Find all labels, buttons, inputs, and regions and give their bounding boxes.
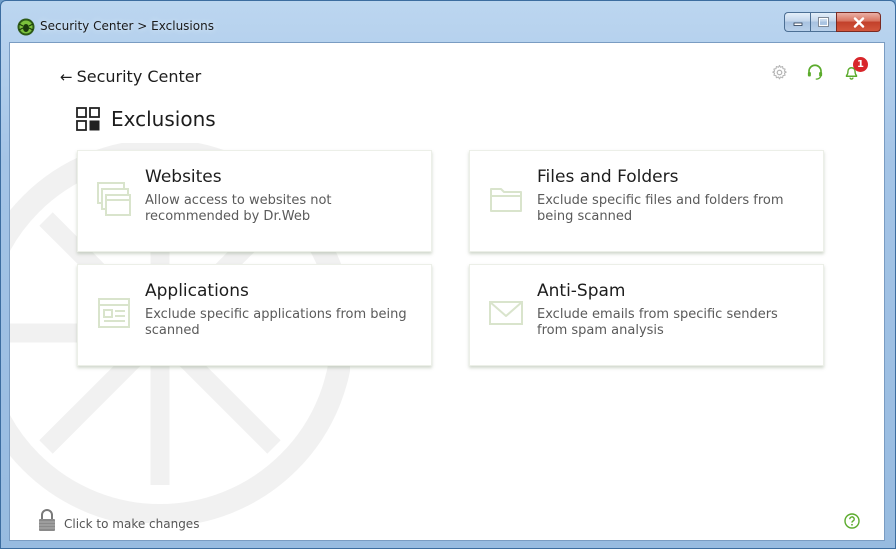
back-link-label: Security Center [76, 67, 202, 86]
main-content: ← Security Center 1 Exclusions Websites … [9, 42, 885, 541]
anti-spam-card-title: Anti-Spam [537, 281, 626, 301]
applications-card[interactable]: Applications Exclude specific applicatio… [77, 264, 432, 366]
close-button[interactable] [836, 12, 881, 32]
application-window: Security Center > Exclusions ← Security … [0, 0, 896, 549]
unlock-changes-button[interactable]: Click to make changes [38, 509, 199, 532]
applications-card-description: Exclude specific applications from being… [145, 307, 407, 338]
back-arrow-icon: ← [60, 67, 73, 86]
envelope-icon [489, 301, 523, 325]
grid-icon [76, 107, 100, 131]
close-icon [853, 16, 864, 28]
window-title: Security Center > Exclusions [40, 19, 214, 33]
settings-button[interactable] [770, 63, 788, 81]
maximize-icon [818, 17, 829, 27]
gear-icon [771, 64, 787, 79]
window-controls [784, 12, 881, 32]
lock-label: Click to make changes [64, 516, 200, 531]
websites-icon [97, 182, 131, 216]
websites-card-description: Allow access to websites not recommended… [145, 193, 332, 224]
notifications-button[interactable]: 1 [842, 57, 868, 81]
page-header: Exclusions [76, 107, 216, 131]
websites-card-title: Websites [145, 167, 222, 187]
files-and-folders-card-description: Exclude specific files and folders from … [537, 193, 784, 224]
title-bar[interactable]: Security Center > Exclusions [1, 1, 895, 41]
help-icon[interactable] [844, 513, 860, 529]
anti-spam-card-description: Exclude emails from specific senders fro… [537, 307, 778, 338]
back-to-security-center-link[interactable]: ← Security Center [60, 67, 201, 86]
folder-icon [490, 188, 522, 212]
drweb-spider-icon [17, 18, 35, 36]
anti-spam-card[interactable]: Anti-Spam Exclude emails from specific s… [469, 264, 824, 366]
applications-card-title: Applications [145, 281, 249, 301]
support-button[interactable] [806, 63, 824, 81]
websites-card[interactable]: Websites Allow access to websites not re… [77, 150, 432, 252]
maximize-button[interactable] [810, 12, 836, 32]
headset-icon [807, 64, 823, 80]
application-icon [98, 298, 130, 328]
minimize-button[interactable] [784, 12, 810, 32]
notification-count-badge: 1 [853, 57, 868, 72]
minimize-icon [793, 22, 802, 26]
files-and-folders-card[interactable]: Files and Folders Exclude specific files… [469, 150, 824, 252]
top-toolbar: 1 [770, 57, 868, 81]
files-and-folders-card-title: Files and Folders [537, 167, 679, 187]
padlock-icon [39, 509, 55, 531]
page-title: Exclusions [111, 107, 216, 131]
